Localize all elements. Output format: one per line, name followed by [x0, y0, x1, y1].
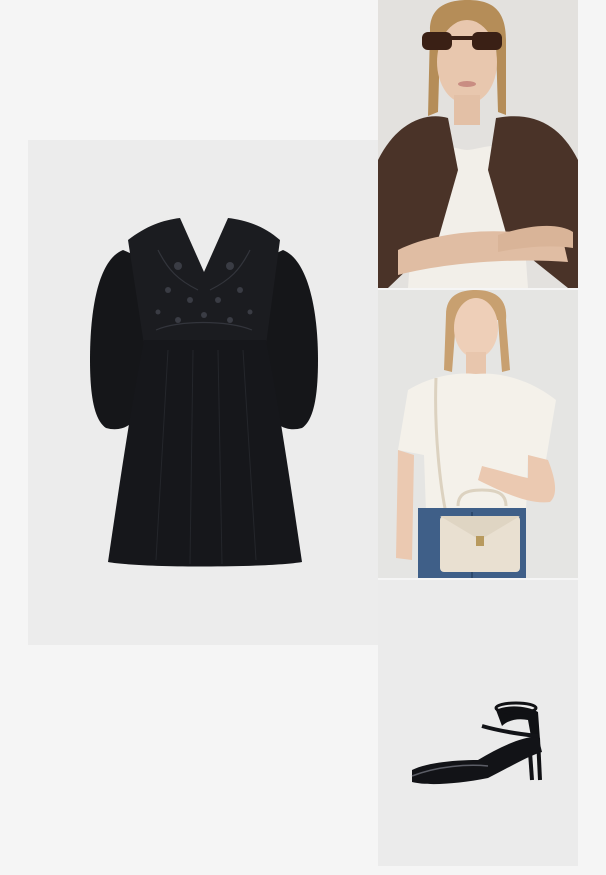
empty-space-top	[28, 0, 378, 140]
product-tile-brown-cardigan[interactable]	[378, 0, 578, 288]
black-heels-image	[378, 580, 578, 866]
product-tile-black-heels[interactable]	[378, 580, 578, 866]
black-dress-image	[90, 218, 318, 567]
outfit-grid	[0, 0, 606, 875]
white-top-model-image	[378, 290, 578, 578]
cardigan-model-image	[378, 0, 578, 288]
page-gutter	[578, 0, 606, 875]
product-tile-white-top[interactable]	[378, 290, 578, 578]
product-tile-dress[interactable]	[28, 140, 378, 645]
empty-space-bottom	[28, 645, 378, 875]
